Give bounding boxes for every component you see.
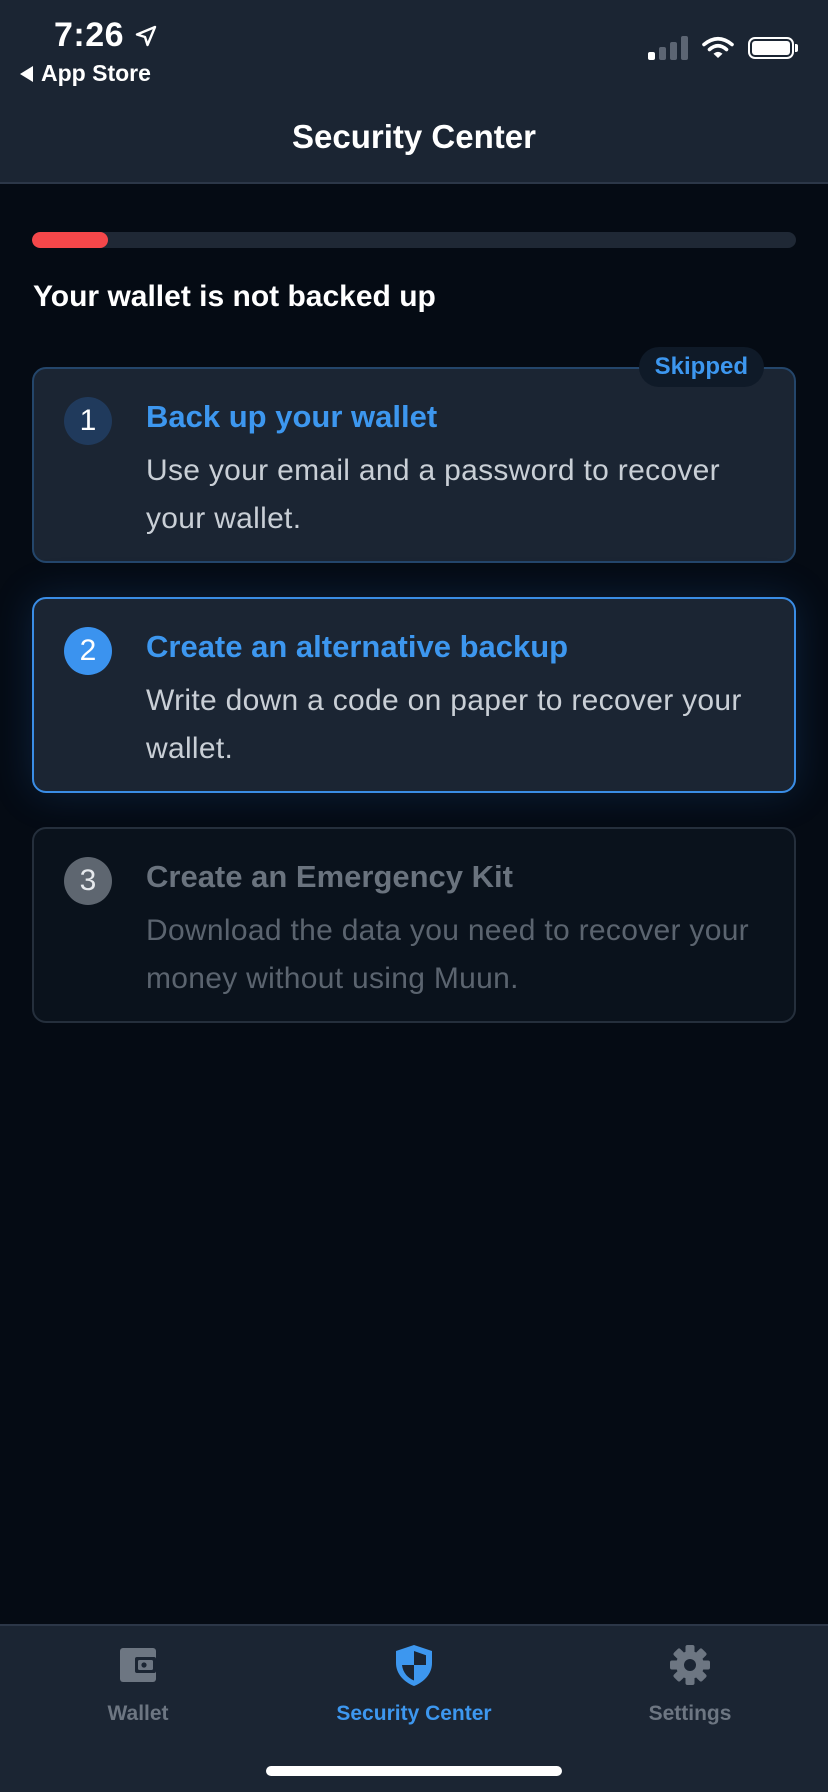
wallet-icon	[120, 1648, 156, 1682]
status-time: 7:26	[54, 16, 158, 55]
step-title: Create an Emergency Kit	[146, 859, 513, 894]
status-time-text: 7:26	[54, 16, 125, 54]
step-number: 2	[64, 627, 112, 675]
tab-settings[interactable]: Settings	[552, 1642, 828, 1726]
back-triangle-icon	[20, 65, 33, 82]
tab-label: Security Center	[336, 1702, 492, 1725]
step-number: 3	[64, 857, 112, 905]
step-description: Download the data you need to recover yo…	[146, 914, 749, 995]
back-app-label: App Store	[41, 60, 151, 86]
step-title: Back up your wallet	[146, 399, 438, 434]
back-to-app-store[interactable]: App Store	[20, 60, 151, 87]
header: 7:26 App Store Security Center	[0, 0, 828, 184]
wifi-icon	[702, 36, 734, 60]
shield-icon	[396, 1645, 432, 1686]
tab-label: Settings	[648, 1702, 732, 1725]
backup-progress-fill	[32, 232, 109, 248]
step-card-emergency-kit: 3 Create an Emergency Kit Download the d…	[32, 827, 796, 1023]
step-number: 1	[64, 397, 112, 445]
step-description: Write down a code on paper to recover yo…	[146, 684, 742, 765]
tab-wallet[interactable]: Wallet	[0, 1642, 276, 1726]
location-arrow-icon	[135, 25, 157, 46]
step-card-backup-wallet[interactable]: Skipped 1 Back up your wallet Use your e…	[32, 347, 796, 563]
skipped-badge: Skipped	[638, 347, 764, 387]
step-description: Use your email and a password to recover…	[146, 454, 720, 535]
step-card-alternative-backup[interactable]: 2 Create an alternative backup Write dow…	[32, 597, 796, 793]
battery-icon	[748, 37, 798, 59]
status-indicators	[648, 36, 798, 60]
step-title: Create an alternative backup	[146, 629, 569, 664]
page-title: Security Center	[292, 118, 536, 155]
security-center-screen: 7:26 App Store Security Center Your wall…	[0, 0, 828, 1792]
gear-icon	[670, 1645, 710, 1685]
cellular-signal-icon	[648, 36, 688, 60]
backup-status-text: Your wallet is not backed up	[33, 280, 436, 313]
backup-progress-bar	[32, 232, 796, 248]
tab-security-center[interactable]: Security Center	[276, 1642, 552, 1726]
home-indicator[interactable]	[266, 1766, 562, 1776]
tab-label: Wallet	[107, 1702, 169, 1725]
